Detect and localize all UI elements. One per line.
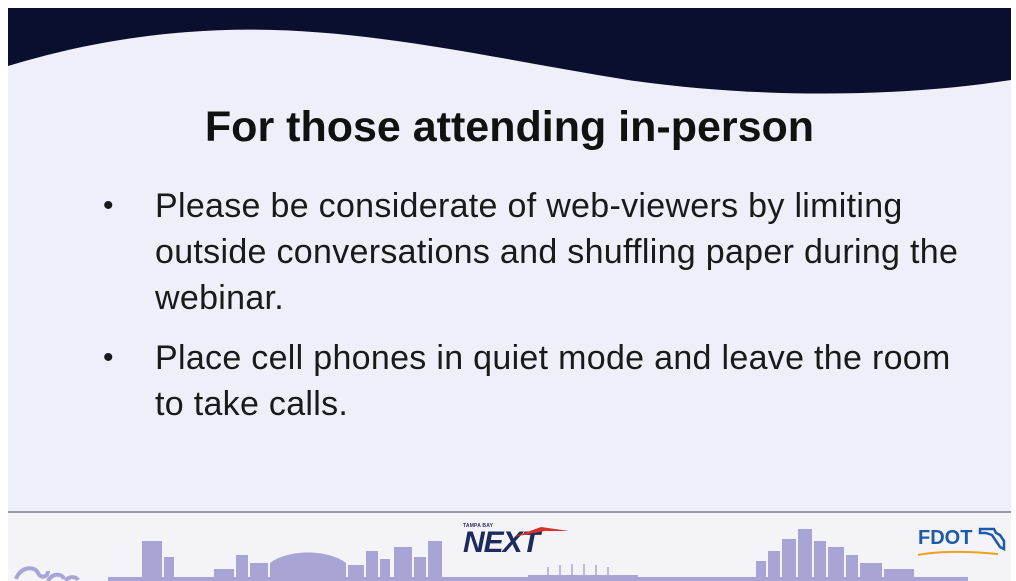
bullet-text: Please be considerate of web-viewers by … xyxy=(155,187,959,317)
header-wave-decoration xyxy=(8,8,1011,94)
fdot-swoosh-icon xyxy=(918,550,998,556)
slide-title: For those attending in-person xyxy=(204,103,815,151)
footer: TAMPA BAY NEXT FDOT xyxy=(8,511,1011,581)
slide: For those attending in-person • Please b… xyxy=(8,8,1011,581)
fdot-logo: FDOT xyxy=(918,523,1008,557)
bullet-marker: • xyxy=(103,189,114,222)
florida-state-icon xyxy=(978,527,1006,551)
bullet-text: Place cell phones in quiet mode and leav… xyxy=(155,339,951,423)
bullet-list: • Please be considerate of web-viewers b… xyxy=(103,183,983,441)
fdot-logo-word: FDOT xyxy=(918,527,973,549)
bullet-marker: • xyxy=(103,341,114,374)
bullet-item: • Please be considerate of web-viewers b… xyxy=(103,183,983,321)
next-logo-swoosh-icon xyxy=(513,527,569,537)
bullet-item: • Place cell phones in quiet mode and le… xyxy=(103,335,983,427)
tampa-bay-next-logo: TAMPA BAY NEXT xyxy=(463,523,575,561)
